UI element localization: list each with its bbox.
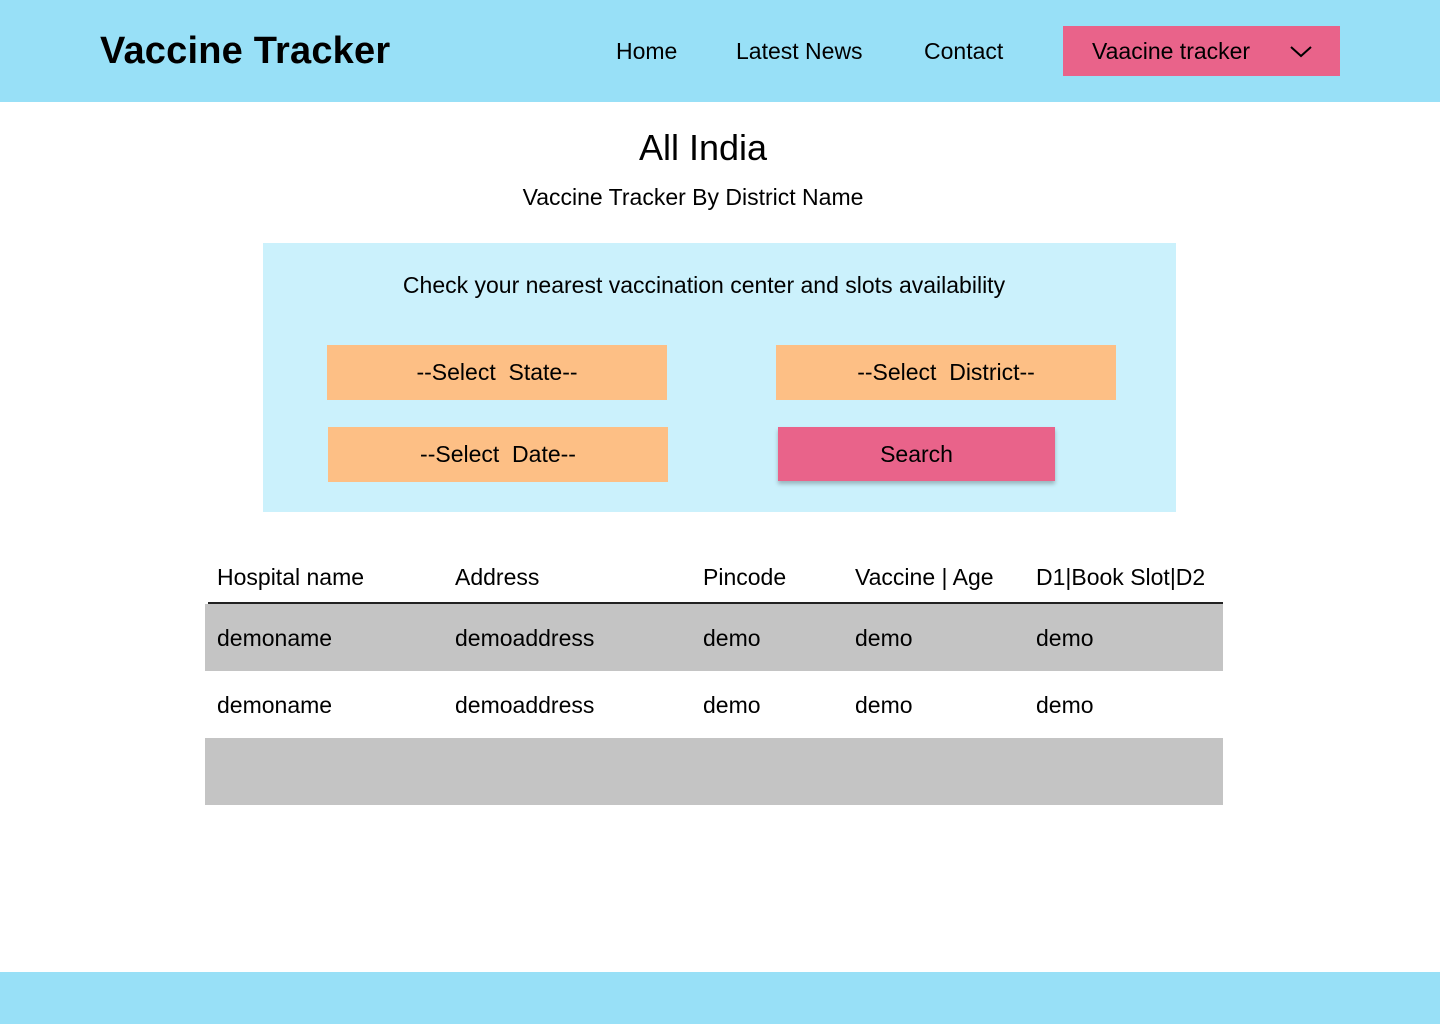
top-nav-bar: Vaccine Tracker Home Latest News Contact… <box>0 0 1440 102</box>
page: Vaccine Tracker Home Latest News Contact… <box>0 0 1440 1024</box>
cell-address: demoaddress <box>455 625 595 651</box>
nav-link-contact[interactable]: Contact <box>924 36 1003 66</box>
column-header-book-slot: D1|Book Slot|D2 <box>1036 564 1206 590</box>
table-row[interactable] <box>205 738 1223 805</box>
cell-book-slot[interactable]: demo <box>1036 690 1094 720</box>
cell-book-slot[interactable]: demo <box>1036 623 1094 653</box>
search-panel-heading: Check your nearest vaccination center an… <box>402 272 1006 298</box>
column-header-hospital-name: Hospital name <box>217 564 365 590</box>
page-subtitle: Vaccine Tracker By District Name <box>522 184 864 210</box>
cell-pincode: demo <box>703 692 761 718</box>
state-select[interactable]: --Select State-- <box>327 345 667 400</box>
column-header-vaccine-age: Vaccine | Age <box>855 564 994 590</box>
cell-hospital-name: demoname <box>217 625 333 651</box>
cell-pincode: demo <box>703 625 761 651</box>
footer-bar <box>0 972 1440 1024</box>
cell-address: demoaddress <box>455 692 595 718</box>
search-button[interactable]: Search <box>778 427 1055 481</box>
cell-vaccine-age: demo <box>855 692 913 718</box>
district-select[interactable]: --Select District-- <box>776 345 1116 400</box>
table-header-row: Hospital name Address Pincode Vaccine | … <box>208 552 1223 604</box>
results-table: Hospital name Address Pincode Vaccine | … <box>205 552 1223 805</box>
dropdown-label: Vaacine tracker <box>1092 38 1251 64</box>
chevron-down-icon <box>1289 42 1313 60</box>
nav-link-home[interactable]: Home <box>616 36 677 66</box>
nav-link-latest-news[interactable]: Latest News <box>736 36 863 66</box>
table-row[interactable]: demoname demoaddress demo demo demo <box>205 604 1223 671</box>
cell-hospital-name: demoname <box>217 692 333 718</box>
date-select[interactable]: --Select Date-- <box>328 427 668 482</box>
search-panel: Check your nearest vaccination center an… <box>263 243 1176 512</box>
page-title: All India <box>638 127 768 168</box>
vaccine-tracker-dropdown[interactable]: Vaacine tracker <box>1063 26 1340 76</box>
table-row[interactable]: demoname demoaddress demo demo demo <box>205 671 1223 738</box>
cell-vaccine-age: demo <box>855 625 913 651</box>
column-header-pincode: Pincode <box>703 564 787 590</box>
brand-title: Vaccine Tracker <box>100 30 391 72</box>
column-header-address: Address <box>455 564 540 590</box>
